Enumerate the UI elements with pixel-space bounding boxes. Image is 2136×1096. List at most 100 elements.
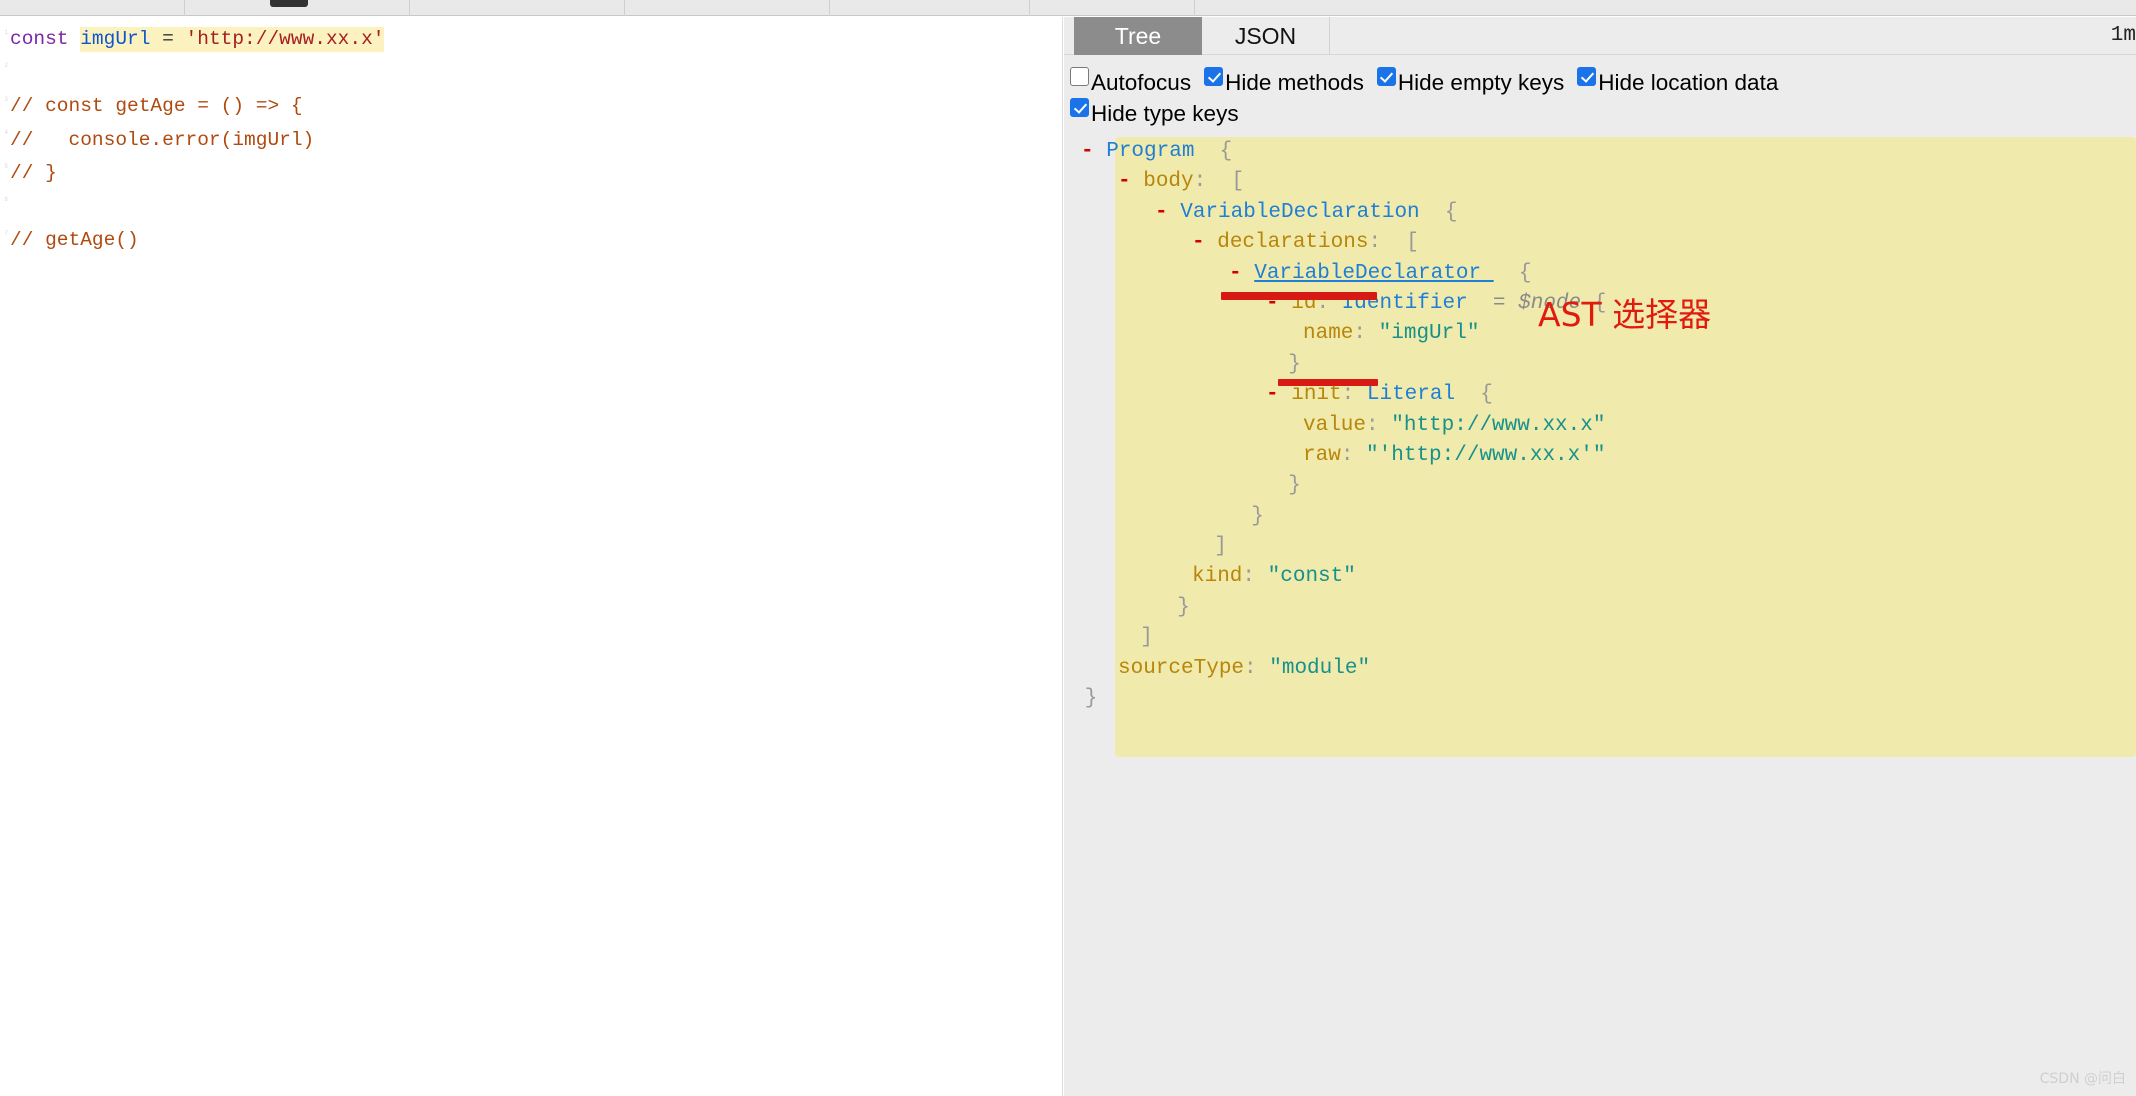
ast-token: [1455, 383, 1480, 406]
ast-tree-line[interactable]: - Program {: [1064, 137, 2136, 167]
ast-token: Literal: [1366, 383, 1456, 407]
line-number: 5: [4, 163, 8, 170]
line-6[interactable]: [10, 191, 384, 225]
ast-tree-line[interactable]: - VariableDeclaration {: [1064, 198, 2136, 228]
ast-token: [1257, 657, 1270, 680]
browser-tab-6[interactable]: [1030, 0, 1195, 16]
ast-tree-line[interactable]: kind: "const": [1064, 562, 2136, 592]
ast-token: Program: [1106, 140, 1195, 163]
checkbox-checked-icon[interactable]: [1204, 67, 1224, 86]
ast-view-tabbar: Tree JSON 1m: [1064, 17, 2136, 55]
opt-hide-empty-label: Hide empty keys: [1397, 70, 1565, 95]
collapse-toggle-icon[interactable]: -: [1192, 231, 1217, 254]
code-token: // }: [10, 162, 57, 184]
ast-token: [1494, 262, 1519, 285]
ast-token: "http://www.xx.x": [1391, 413, 1606, 437]
ast-token: }: [1084, 687, 1098, 711]
source-code[interactable]: const imgUrl = 'http://www.xx.x' // cons…: [10, 23, 385, 258]
line-7[interactable]: // getAge(): [10, 224, 384, 258]
marker-variable-declaration: [1221, 292, 1377, 300]
ast-token: raw: [1303, 443, 1341, 467]
code-editor-pane[interactable]: 1 2 3 4 5 6 7 const imgUrl = 'http://www.xx.x'…: [0, 17, 1063, 1096]
checkbox-checked-icon[interactable]: [1577, 67, 1597, 86]
ast-token: }: [1288, 474, 1301, 498]
code-token: imgUrl: [80, 27, 151, 52]
ast-tree-line[interactable]: ]: [1064, 623, 2136, 653]
opt-hide-type-label: Hide type keys: [1091, 101, 1239, 126]
ast-tree-line[interactable]: ]: [1064, 532, 2136, 562]
opt-autofocus[interactable]: Autofocus: [1070, 67, 1191, 98]
ast-tree-line[interactable]: }: [1064, 471, 2136, 501]
collapse-toggle-icon[interactable]: -: [1266, 383, 1291, 406]
opt-hide-methods-label: Hide methods: [1225, 70, 1364, 95]
ast-token[interactable]: VariableDeclarator: [1254, 262, 1493, 285]
ast-tree-line[interactable]: value: "http://www.xx.x": [1064, 411, 2136, 441]
checkbox-checked-icon[interactable]: [1070, 98, 1089, 117]
browser-tab-3[interactable]: [410, 0, 625, 16]
line-number: 3: [4, 96, 8, 103]
watermark: CSDN @问白: [2039, 1071, 2126, 1087]
ast-token: [: [1231, 170, 1245, 194]
tab-json[interactable]: JSON: [1202, 17, 1330, 55]
ast-tree-line[interactable]: - body: [: [1064, 167, 2136, 197]
ast-token: ]: [1140, 626, 1153, 650]
browser-tab-4[interactable]: [625, 0, 830, 16]
ast-token: :: [1244, 656, 1257, 680]
opt-hide-type[interactable]: Hide type keys: [1070, 98, 1239, 129]
ast-tree-line[interactable]: sourceType: "module": [1064, 654, 2136, 684]
browser-tab-2[interactable]: [185, 0, 410, 16]
line-number: 4: [4, 129, 8, 136]
collapse-toggle-icon[interactable]: -: [1118, 170, 1143, 193]
collapse-toggle-icon[interactable]: -: [1081, 140, 1106, 163]
ast-token: }: [1288, 352, 1301, 376]
ast-tree-line[interactable]: - init: Literal {: [1064, 380, 2136, 410]
ast-token: [1379, 414, 1392, 437]
ast-tree-line[interactable]: - VariableDeclarator {: [1064, 259, 2136, 289]
line-3[interactable]: // const getAge = () => {: [10, 90, 384, 124]
parse-timing-label: 1m: [2110, 24, 2136, 47]
ast-tree-line[interactable]: raw: "'http://www.xx.x'": [1064, 441, 2136, 471]
ast-token: kind: [1192, 565, 1243, 589]
ast-tree-line[interactable]: }: [1064, 684, 2136, 714]
collapse-toggle-icon[interactable]: -: [1155, 201, 1180, 224]
checkbox-unchecked-icon[interactable]: [1070, 67, 1089, 86]
checkbox-checked-icon[interactable]: [1376, 67, 1396, 86]
browser-tab-5[interactable]: [830, 0, 1030, 16]
ast-token: [1353, 444, 1366, 467]
ast-token: :: [1193, 170, 1207, 194]
ast-tree-line[interactable]: }: [1064, 350, 2136, 380]
browser-tab-1[interactable]: [0, 0, 185, 16]
line-number: 1: [4, 29, 8, 36]
ast-token: }: [1177, 595, 1190, 619]
opt-hide-location[interactable]: Hide location data: [1577, 67, 1778, 98]
line-2[interactable]: [10, 57, 384, 91]
ast-tree-line[interactable]: }: [1064, 502, 2136, 532]
ast-token: :: [1366, 413, 1379, 437]
tab-tree[interactable]: Tree: [1074, 17, 1202, 55]
line-4[interactable]: // console.error(imgUrl): [10, 124, 384, 158]
line-1[interactable]: const imgUrl = 'http://www.xx.x': [10, 23, 385, 57]
line-number-gutter: 1 2 3 4 5 6 7: [0, 17, 9, 1096]
ast-token: declarations: [1217, 231, 1369, 255]
opt-hide-empty[interactable]: Hide empty keys: [1376, 67, 1565, 98]
marker-variable-declarator: [1278, 379, 1378, 386]
code-token: =: [162, 27, 174, 52]
ast-token: "const": [1267, 565, 1356, 589]
ast-token: [1354, 383, 1367, 406]
ast-tree-scroll-area[interactable]: - Program {- body: [- VariableDeclaratio…: [1064, 127, 2136, 1096]
line-5[interactable]: // }: [10, 157, 384, 191]
ast-token: name: [1303, 322, 1354, 346]
ast-token: :: [1242, 565, 1256, 589]
ast-token: }: [1251, 504, 1264, 528]
ast-token: [: [1406, 231, 1419, 255]
ast-token: "'http://www.xx.x'": [1366, 443, 1606, 467]
collapse-toggle-icon[interactable]: -: [1229, 262, 1254, 285]
ast-tree-line[interactable]: - declarations: [: [1064, 228, 2136, 258]
ast-tree-line[interactable]: }: [1064, 593, 2136, 623]
ast-token: [1381, 231, 1406, 254]
ast-tree[interactable]: - Program {- body: [- VariableDeclaratio…: [1064, 137, 2136, 714]
ast-token: "imgUrl": [1378, 322, 1480, 346]
opt-hide-methods[interactable]: Hide methods: [1204, 67, 1364, 98]
ast-token: VariableDeclaration: [1180, 200, 1420, 224]
ast-token: :: [1368, 231, 1382, 255]
